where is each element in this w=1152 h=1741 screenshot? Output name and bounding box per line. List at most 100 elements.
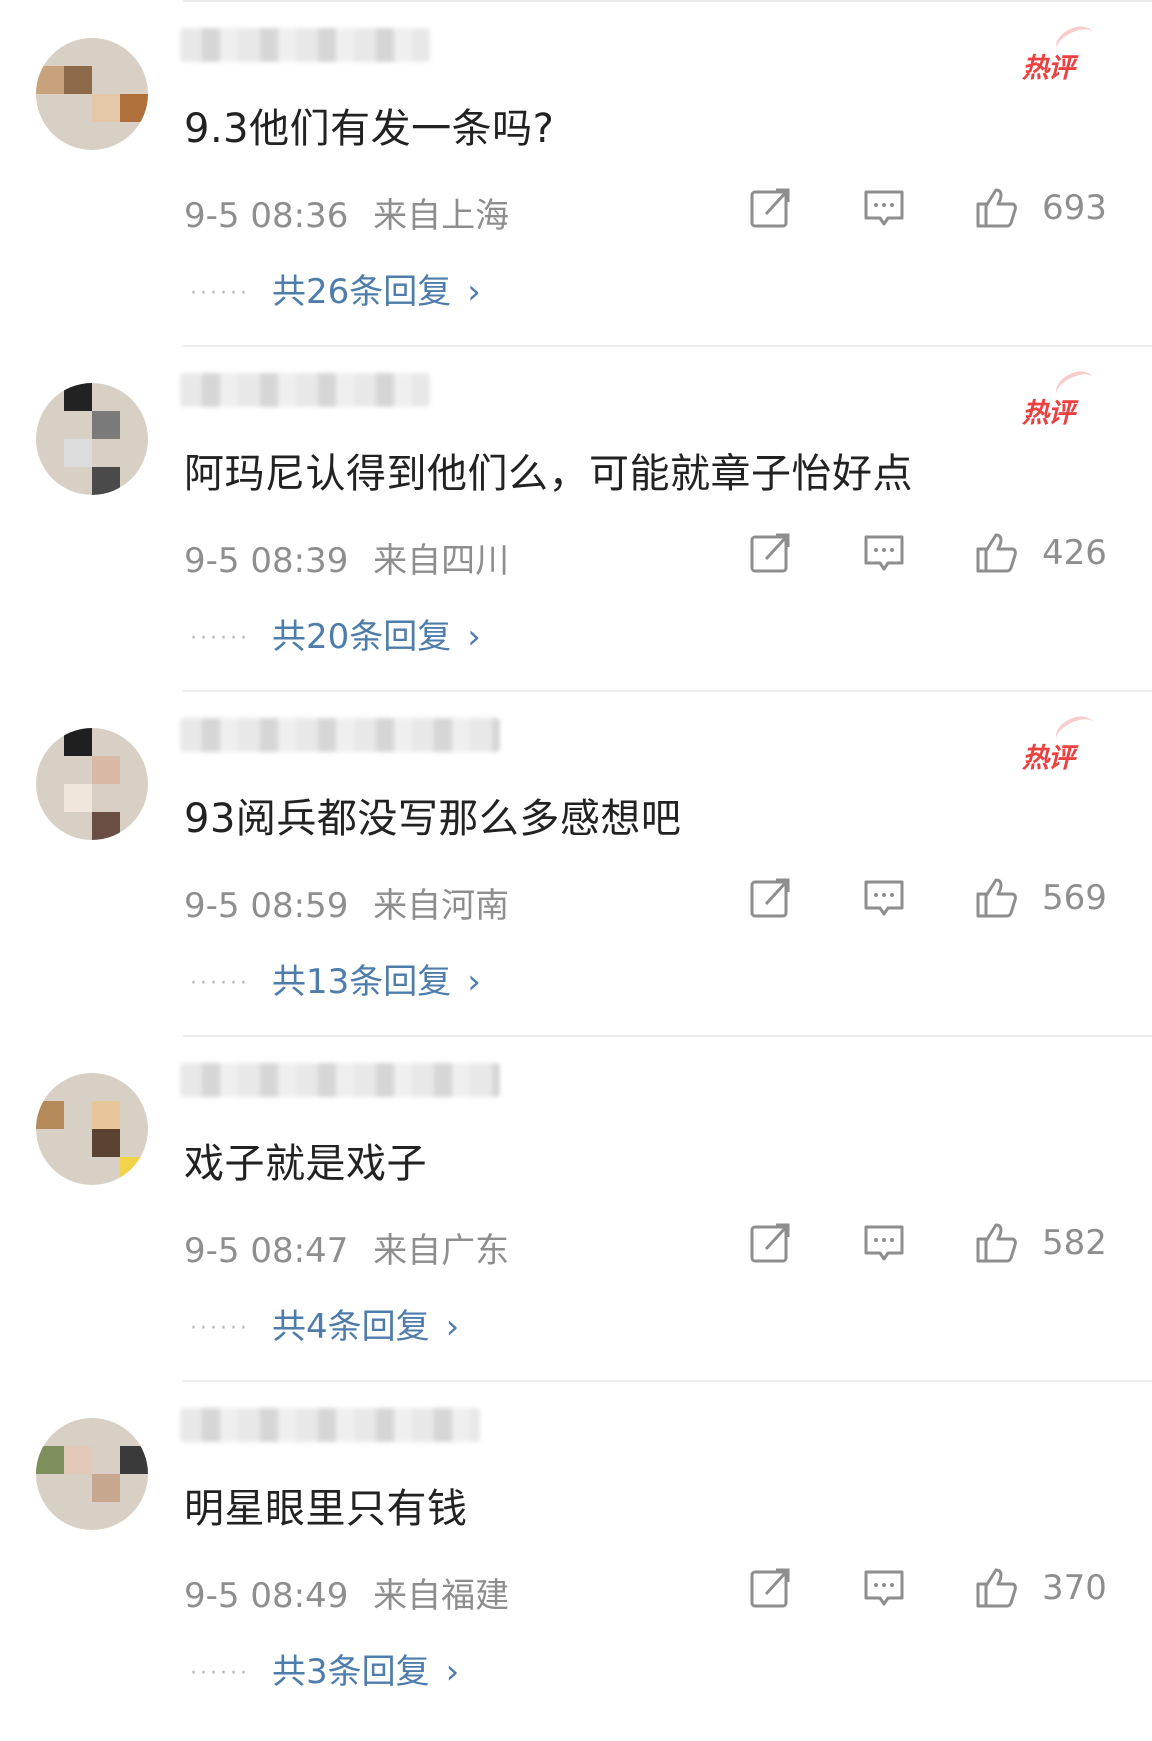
like-count: 426 [1042,533,1107,573]
like-icon[interactable] [974,186,1018,230]
avatar-pixel [92,94,120,122]
dots-decoration: ······ [190,971,250,996]
avatar[interactable] [36,383,148,495]
like-count: 370 [1042,1568,1107,1608]
comment-time: 9-5 08:47 [184,1231,349,1271]
comment-item: 热评 93阅兵都没写那么多感想吧 9-5 08:59 来自河南 569 ····… [0,690,1152,1035]
chevron-right-icon: › [467,962,481,1002]
dots-decoration: ······ [190,281,250,306]
view-replies-link[interactable]: ······ 共20条回复 › [190,609,481,658]
comment-item: 热评 阿玛尼认得到他们么，可能就章子怡好点 9-5 08:39 来自四川 426… [0,345,1152,690]
comment-meta: 9-5 08:49 来自福建 [184,1568,509,1617]
comment-meta: 9-5 08:47 来自广东 [184,1223,509,1272]
divider [183,0,1152,2]
view-replies-link[interactable]: ······ 共26条回复 › [190,264,481,313]
avatar-pixel [120,1157,148,1185]
like-icon[interactable] [974,1566,1018,1610]
comment-icon[interactable] [862,1221,906,1265]
comment-location: 来自广东 [373,1231,510,1271]
share-icon[interactable] [748,186,792,230]
comment-meta: 9-5 08:36 来自上海 [184,188,509,237]
avatar-pixel [64,66,92,94]
avatar-pixel [92,467,120,495]
chevron-right-icon: › [467,272,481,312]
dots-decoration: ······ [190,1316,250,1341]
reply-count: 共13条回复 [271,962,452,1002]
share-icon[interactable] [748,876,792,920]
avatar[interactable] [36,1073,148,1185]
like-icon[interactable] [974,1221,1018,1265]
share-icon[interactable] [748,531,792,575]
reply-count: 共4条回复 [271,1307,430,1347]
chevron-right-icon: › [445,1307,460,1347]
comment-text: 明星眼里只有钱 [184,1486,468,1532]
comment-icon[interactable] [862,876,906,920]
like-icon[interactable] [974,876,1018,920]
comment-meta: 9-5 08:39 来自四川 [184,533,509,582]
like-count: 693 [1042,188,1107,228]
comment-item: 热评 9.3他们有发一条吗? 9-5 08:36 来自上海 693 ······… [0,0,1152,345]
avatar[interactable] [36,1418,148,1530]
username-blurred[interactable] [180,28,430,62]
comment-text: 阿玛尼认得到他们么，可能就章子怡好点 [184,451,913,497]
dots-decoration: ······ [190,1661,250,1686]
avatar-pixel [92,1129,120,1157]
comment-item: 戏子就是戏子 9-5 08:47 来自广东 582 ······ 共4条回复 › [0,1035,1152,1380]
avatar[interactable] [36,728,148,840]
divider [183,345,1152,347]
comment-icon[interactable] [862,531,906,575]
avatar-pixel [64,1446,92,1474]
comment-location: 来自河南 [373,886,510,926]
share-icon[interactable] [748,1566,792,1610]
comment-text: 93阅兵都没写那么多感想吧 [184,796,682,842]
comment-item: 明星眼里只有钱 9-5 08:49 来自福建 370 ······ 共3条回复 › [0,1380,1152,1725]
hot-badge: 热评 [1022,53,1075,84]
divider [183,690,1152,692]
reply-count: 共20条回复 [271,617,452,657]
username-blurred[interactable] [180,1408,480,1442]
username-blurred[interactable] [180,1063,500,1097]
avatar-pixel [92,411,120,439]
comment-icon[interactable] [862,1566,906,1610]
like-count: 569 [1042,878,1107,918]
view-replies-link[interactable]: ······ 共13条回复 › [190,954,481,1003]
like-count: 582 [1042,1223,1107,1263]
avatar-pixel [64,784,92,812]
chevron-right-icon: › [445,1652,460,1692]
dots-decoration: ······ [190,626,250,651]
reply-count: 共26条回复 [271,272,452,312]
comment-icon[interactable] [862,186,906,230]
username-blurred[interactable] [180,373,430,407]
comment-text: 9.3他们有发一条吗? [184,106,555,152]
view-replies-link[interactable]: ······ 共3条回复 › [190,1644,459,1693]
comment-location: 来自福建 [373,1576,510,1616]
comment-time: 9-5 08:59 [184,886,349,926]
like-icon[interactable] [974,531,1018,575]
reply-count: 共3条回复 [271,1652,430,1692]
divider [183,1380,1152,1382]
hot-badge: 热评 [1022,398,1075,429]
comment-time: 9-5 08:49 [184,1576,349,1616]
avatar-pixel [120,1446,148,1474]
avatar-pixel [36,66,64,94]
chevron-right-icon: › [467,617,481,657]
hot-badge: 热评 [1022,743,1075,774]
avatar-pixel [92,1101,120,1129]
comment-meta: 9-5 08:59 来自河南 [184,878,509,927]
avatar-pixel [92,756,120,784]
view-replies-link[interactable]: ······ 共4条回复 › [190,1299,459,1348]
comment-list: 热评 9.3他们有发一条吗? 9-5 08:36 来自上海 693 ······… [0,0,1152,1741]
comment-time: 9-5 08:39 [184,541,349,581]
username-blurred[interactable] [180,718,500,752]
avatar-pixel [64,728,92,756]
avatar[interactable] [36,38,148,150]
comment-location: 来自上海 [373,196,510,236]
avatar-pixel [64,439,92,467]
avatar-pixel [120,94,148,122]
comment-time: 9-5 08:36 [184,196,349,236]
avatar-pixel [64,383,92,411]
avatar-pixel [36,1101,64,1129]
comment-text: 戏子就是戏子 [184,1141,427,1187]
avatar-pixel [36,1446,64,1474]
share-icon[interactable] [748,1221,792,1265]
